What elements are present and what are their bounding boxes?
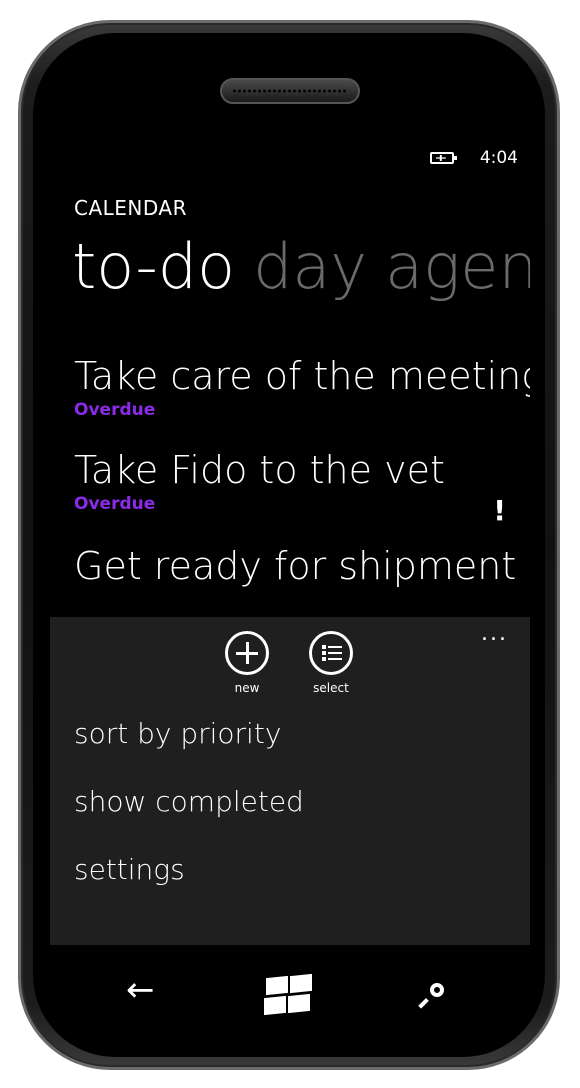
- pivot-day[interactable]: day: [253, 230, 367, 303]
- select-button-label: select: [313, 681, 349, 695]
- new-button-label: new: [234, 681, 260, 695]
- plus-icon: [225, 631, 269, 675]
- battery-charging-icon: [429, 152, 457, 164]
- search-icon[interactable]: [422, 983, 452, 1013]
- more-icon[interactable]: ...: [481, 621, 508, 646]
- task-status: Overdue: [74, 400, 156, 420]
- task-title: Get ready for shipment: [74, 544, 517, 588]
- select-button[interactable]: select: [301, 631, 361, 695]
- menu-sort-by-priority[interactable]: sort by priority: [74, 717, 281, 750]
- list-icon: [309, 631, 353, 675]
- app-bar: ... new select sort by priority show com…: [50, 617, 530, 945]
- pivot-agenda[interactable]: agen: [385, 230, 530, 303]
- app-title: CALENDAR: [74, 196, 188, 220]
- task-item[interactable]: Take Fido to the vet Overdue: [74, 448, 530, 514]
- clock: 4:04: [479, 148, 518, 168]
- task-item[interactable]: Take care of the meeting f Overdue: [74, 354, 530, 420]
- new-button[interactable]: new: [217, 631, 277, 695]
- task-status: Overdue: [74, 494, 156, 514]
- high-priority-icon: !: [493, 494, 506, 527]
- menu-settings[interactable]: settings: [74, 853, 185, 886]
- pivot-todo[interactable]: to-do: [72, 230, 235, 303]
- task-title: Take Fido to the vet: [74, 448, 445, 492]
- back-arrow-icon[interactable]: ←: [126, 970, 155, 1010]
- windows-logo-icon[interactable]: [262, 973, 316, 1017]
- speaker-grille: [220, 78, 360, 104]
- task-title: Take care of the meeting f: [74, 354, 530, 398]
- task-item[interactable]: Get ready for shipment: [74, 544, 530, 588]
- menu-show-completed[interactable]: show completed: [74, 785, 304, 818]
- screen: 4:04 CALENDAR to-do day agen Take care of …: [50, 130, 530, 945]
- status-bar: 4:04: [429, 148, 518, 168]
- pivot-header: to-do day agen: [72, 230, 530, 303]
